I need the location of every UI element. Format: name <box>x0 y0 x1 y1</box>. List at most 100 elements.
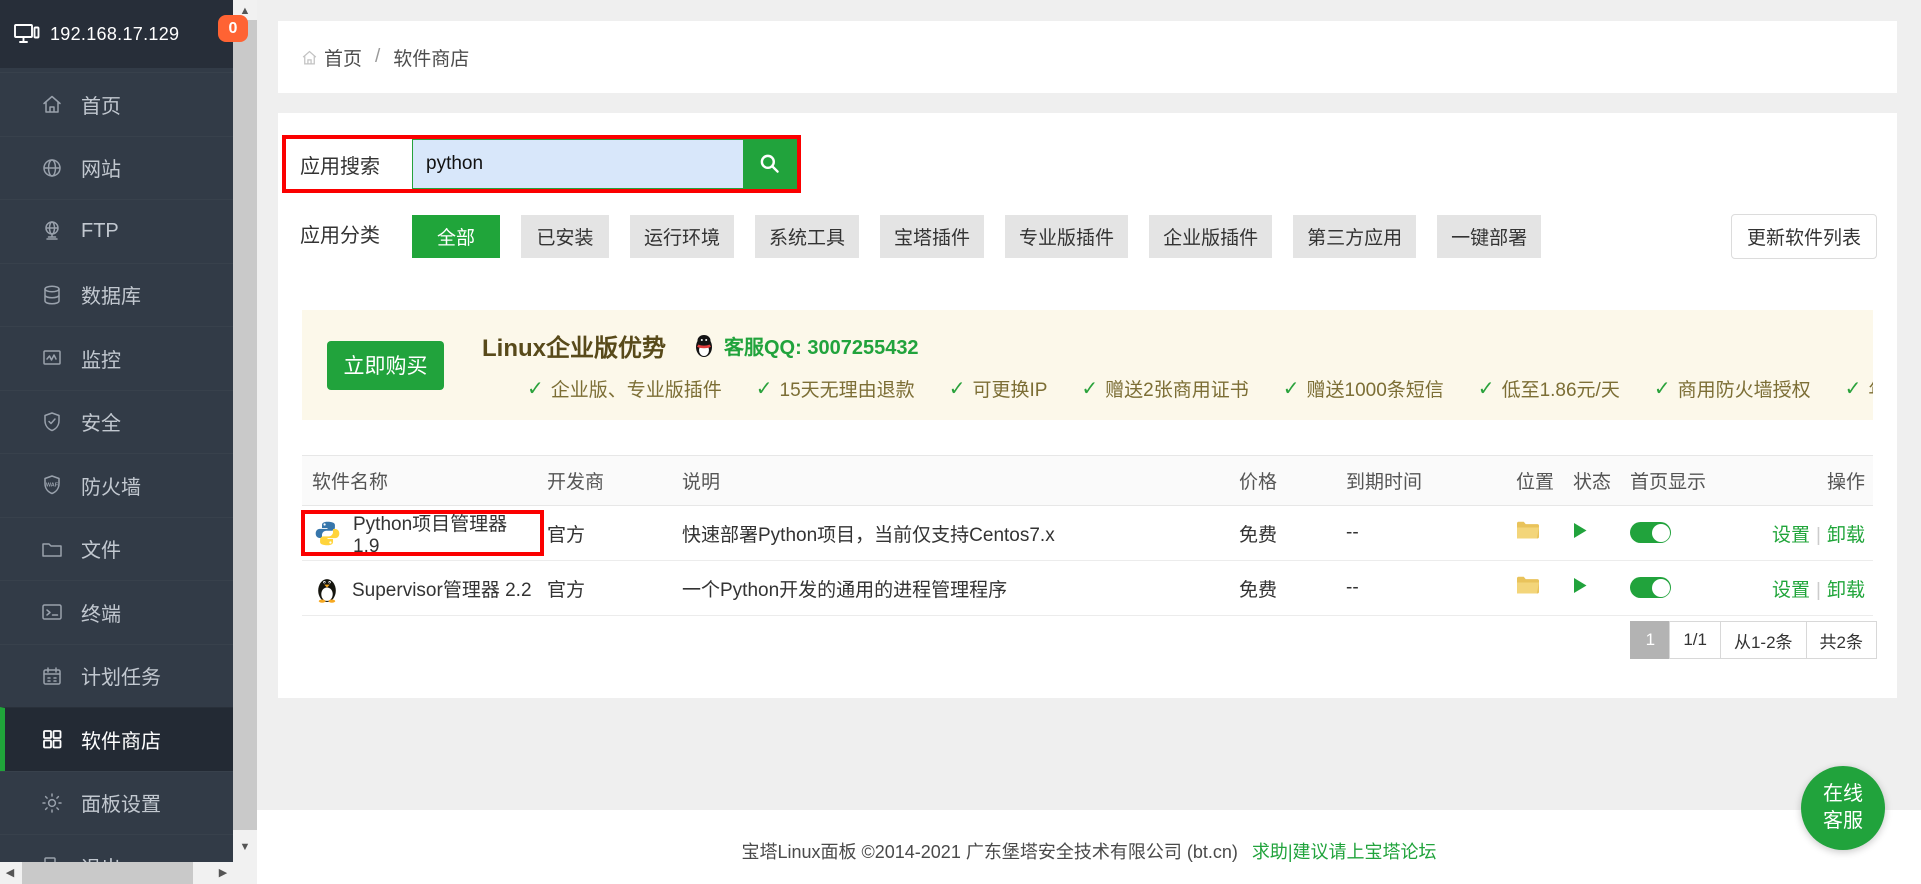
tab-one-click[interactable]: 一键部署 <box>1437 215 1541 258</box>
server-ip: 192.168.17.129 <box>50 24 179 45</box>
software-table: 软件名称 开发商 说明 价格 到期时间 位置 状态 首页显示 操作 <box>302 455 1873 616</box>
vertical-scrollbar[interactable]: ▲ ▼ <box>233 0 257 862</box>
check-icon: ✓ <box>1478 376 1495 401</box>
sidebar: 192.168.17.129 首页 网站 FTP 数据库 监控 <box>0 0 233 862</box>
database-icon <box>40 283 64 307</box>
qq-support-link[interactable]: 客服QQ: 3007255432 <box>692 331 919 360</box>
gear-icon <box>40 791 64 815</box>
sidebar-item-security[interactable]: 安全 <box>0 390 233 454</box>
uninstall-link[interactable]: 卸载 <box>1827 580 1865 601</box>
check-icon: ✓ <box>1081 376 1098 401</box>
horizontal-scrollbar[interactable]: ◀ ▶ <box>0 862 233 884</box>
check-icon: ✓ <box>1283 376 1300 401</box>
sidebar-item-website[interactable]: 网站 <box>0 136 233 200</box>
category-label: 应用分类 <box>300 215 380 258</box>
search-input[interactable] <box>412 139 743 189</box>
sidebar-item-firewall[interactable]: WAF 防火墙 <box>0 453 233 517</box>
sidebar-header: 192.168.17.129 <box>0 0 233 68</box>
banner-title: Linux企业版优势 <box>482 328 666 363</box>
tab-bt-plugins[interactable]: 宝塔插件 <box>880 215 984 258</box>
page-of-indicator: 1/1 <box>1669 621 1721 659</box>
app-description: 快速部署Python项目，当前仅支持Centos7.x <box>672 506 1229 561</box>
horizontal-scrollbar-thumb[interactable] <box>22 862 193 884</box>
uninstall-link[interactable]: 卸载 <box>1827 525 1865 546</box>
buy-now-button[interactable]: 立即购买 <box>327 341 444 390</box>
check-icon: ✓ <box>949 376 966 401</box>
main-area: 首页 / 软件商店 应用搜索 应用分类 <box>257 0 1921 884</box>
page-range-indicator: 从1-2条 <box>1720 621 1807 659</box>
sidebar-item-files[interactable]: 文件 <box>0 517 233 581</box>
vertical-scrollbar-thumb[interactable] <box>233 20 257 830</box>
grid-icon <box>40 727 64 751</box>
open-location-folder-icon[interactable] <box>1516 520 1540 540</box>
tab-system-tools[interactable]: 系统工具 <box>755 215 859 258</box>
sidebar-item-monitor[interactable]: 监控 <box>0 326 233 390</box>
sidebar-item-terminal[interactable]: 终端 <box>0 580 233 644</box>
banner-info: Linux企业版优势 客服QQ: 3007255432 ✓企业版、专业版插件 ✓… <box>482 328 1873 402</box>
sidebar-item-cron[interactable]: 计划任务 <box>0 644 233 708</box>
search-label: 应用搜索 <box>286 139 412 189</box>
update-software-list-button[interactable]: 更新软件列表 <box>1731 214 1877 259</box>
appstore-card: 应用搜索 应用分类 全部 已安装 运行环境 系统工具 宝塔插件 专业版插件 <box>278 113 1897 698</box>
forum-link[interactable]: 求助|建议请上宝塔论坛 <box>1252 842 1437 862</box>
sidebar-item-database[interactable]: 数据库 <box>0 263 233 327</box>
scroll-right-arrow-icon[interactable]: ▶ <box>213 862 233 884</box>
annotation-box-search: 应用搜索 <box>282 135 801 193</box>
table-row-python-manager: Python项目管理器 1.9 官方 快速部署Python项目，当前仅支持Cen… <box>302 506 1873 561</box>
tab-installed[interactable]: 已安装 <box>521 215 609 258</box>
server-monitor-icon <box>13 21 41 47</box>
tab-third-party[interactable]: 第三方应用 <box>1293 215 1416 258</box>
check-icon: ✓ <box>1654 376 1671 401</box>
total-count-indicator: 共2条 <box>1806 621 1877 659</box>
search-row: 应用搜索 <box>282 135 801 193</box>
status-running-play-icon[interactable] <box>1573 522 1587 539</box>
settings-link[interactable]: 设置 <box>1772 580 1810 601</box>
terminal-icon <box>40 600 64 624</box>
search-button[interactable] <box>743 139 797 189</box>
app-name: Python项目管理器 1.9 <box>353 509 537 558</box>
app-price: 免费 <box>1229 506 1336 561</box>
breadcrumb-home-link[interactable]: 首页 <box>300 44 362 71</box>
check-icon: ✓ <box>527 376 544 401</box>
breadcrumb-separator: / <box>375 46 380 68</box>
app-developer: 官方 <box>537 561 672 616</box>
calendar-icon <box>40 664 64 688</box>
sidebar-item-logout[interactable]: 退出 <box>0 834 233 862</box>
waf-shield-icon: WAF <box>40 473 64 497</box>
notification-badge[interactable]: 0 <box>218 15 248 42</box>
tab-pro-plugins[interactable]: 专业版插件 <box>1005 215 1128 258</box>
home-icon <box>40 92 64 116</box>
table-header-row: 软件名称 开发商 说明 价格 到期时间 位置 状态 首页显示 操作 <box>302 456 1873 506</box>
sidebar-item-home[interactable]: 首页 <box>0 72 233 136</box>
tab-runtime[interactable]: 运行环境 <box>630 215 734 258</box>
app-name: Supervisor管理器 2.2 <box>352 575 532 602</box>
online-support-button[interactable]: 在线 客服 <box>1801 766 1885 850</box>
settings-link[interactable]: 设置 <box>1772 525 1810 546</box>
status-running-play-icon[interactable] <box>1573 577 1587 594</box>
sidebar-item-ftp[interactable]: FTP <box>0 199 233 263</box>
page-number-button[interactable]: 1 <box>1630 621 1670 659</box>
app-expire: -- <box>1336 561 1506 616</box>
globe-icon <box>40 156 64 180</box>
pagination: 1 1/1 从1-2条 共2条 <box>1631 621 1877 659</box>
sidebar-item-settings[interactable]: 面板设置 <box>0 771 233 835</box>
copyright-text: 宝塔Linux面板 ©2014-2021 广东堡塔安全技术有限公司 (bt.cn… <box>741 842 1237 862</box>
scroll-left-arrow-icon[interactable]: ◀ <box>0 862 20 884</box>
sidebar-menu: 首页 网站 FTP 数据库 监控 安全 WAF <box>0 72 233 862</box>
folder-icon <box>40 537 64 561</box>
enterprise-banner: 立即购买 Linux企业版优势 客服QQ: 3007255432 ✓企业版、专业… <box>302 310 1873 420</box>
sidebar-item-appstore[interactable]: 软件商店 <box>0 707 233 771</box>
table-row-supervisor-manager: Supervisor管理器 2.2 官方 一个Python开发的通用的进程管理程… <box>302 561 1873 616</box>
home-show-toggle[interactable] <box>1630 522 1671 543</box>
search-icon <box>757 151 783 177</box>
banner-features: ✓企业版、专业版插件 ✓15天无理由退款 ✓可更换IP ✓赠送2张商用证书 ✓赠… <box>527 375 1873 402</box>
breadcrumb-home-icon <box>300 48 324 67</box>
check-icon: ✓ <box>756 376 773 401</box>
footer: 宝塔Linux面板 ©2014-2021 广东堡塔安全技术有限公司 (bt.cn… <box>257 838 1921 864</box>
open-location-folder-icon[interactable] <box>1516 575 1540 595</box>
tab-enterprise-plugins[interactable]: 企业版插件 <box>1149 215 1272 258</box>
tab-all[interactable]: 全部 <box>412 215 500 258</box>
home-show-toggle[interactable] <box>1630 577 1671 598</box>
scroll-down-arrow-icon[interactable]: ▼ <box>233 838 257 856</box>
breadcrumb: 首页 / 软件商店 <box>278 21 1897 93</box>
